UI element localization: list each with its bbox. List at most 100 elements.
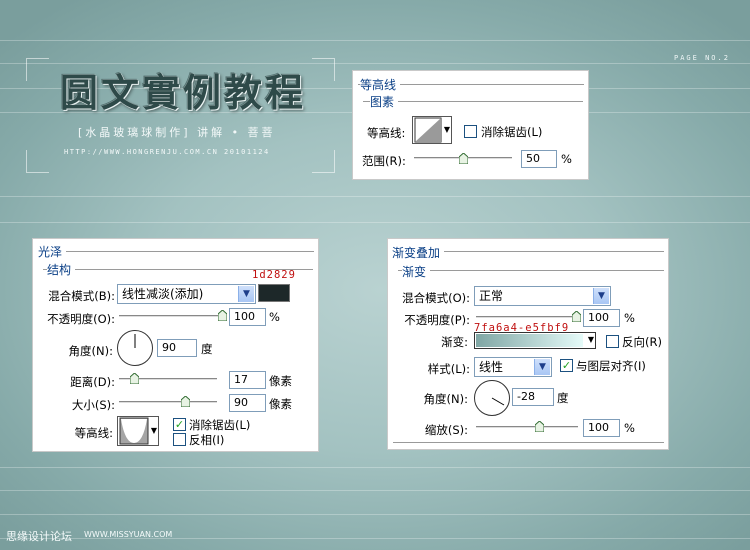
bg-line xyxy=(0,467,750,468)
scale-label: 缩放(S): xyxy=(424,423,468,437)
blend-mode-value: 线性减淡(添加) xyxy=(122,287,204,301)
opacity-slider[interactable] xyxy=(476,316,578,318)
bg-line xyxy=(0,40,750,41)
color-hex-note: 1d2829 xyxy=(252,269,296,281)
distance-label: 距离(D): xyxy=(70,375,115,389)
opacity-slider-thumb[interactable] xyxy=(218,310,227,321)
size-slider-thumb[interactable] xyxy=(181,396,190,407)
footer-site-name: 思缘设计论坛 xyxy=(6,530,72,543)
contour-label: 等高线: xyxy=(367,126,406,140)
gradient-label: 渐变: xyxy=(441,335,468,349)
contour-preview-icon xyxy=(119,417,149,445)
align-with-layer-checkbox[interactable]: ✓ xyxy=(560,359,573,372)
frame-corner xyxy=(26,150,49,173)
blend-mode-select[interactable]: 正常 ▼ xyxy=(474,286,611,306)
invert-label: 反相(I) xyxy=(189,433,225,447)
scale-input[interactable]: 100 xyxy=(583,419,620,437)
bg-line xyxy=(0,196,750,197)
contour-label: 等高线: xyxy=(74,426,113,440)
scale-slider-thumb[interactable] xyxy=(535,421,544,432)
panel-title: 光泽 xyxy=(38,243,67,260)
contour-preview-icon xyxy=(414,117,442,143)
style-select[interactable]: 线性 ▼ xyxy=(474,357,552,377)
scale-unit: % xyxy=(624,421,635,435)
page-label: PAGE NO.2 xyxy=(674,54,730,62)
blend-mode-value: 正常 xyxy=(479,289,504,303)
panel-bottom-divider xyxy=(393,442,664,443)
section-divider xyxy=(398,270,664,271)
reverse-label: 反向(R) xyxy=(622,335,662,349)
range-input[interactable]: 50 xyxy=(521,150,557,168)
chevron-down-icon: ▼ xyxy=(443,125,450,134)
blend-mode-label: 混合模式(O): xyxy=(402,291,470,305)
angle-label: 角度(N): xyxy=(68,344,113,358)
satin-panel: 光泽 结构 1d2829 混合模式(B): 线性减淡(添加) ▼ 不透明度(O)… xyxy=(32,238,319,452)
invert-checkbox[interactable] xyxy=(173,433,186,446)
footer-site-url: WWW.MISSYUAN.COM xyxy=(84,530,173,539)
section-title: 图素 xyxy=(370,93,399,110)
style-label: 样式(L): xyxy=(427,362,470,376)
chevron-down-icon: ▼ xyxy=(534,359,550,375)
opacity-label: 不透明度(P): xyxy=(404,313,470,327)
anti-alias-label: 消除锯齿(L) xyxy=(189,418,251,432)
color-swatch[interactable] xyxy=(258,284,290,302)
frame-corner xyxy=(26,58,49,81)
angle-input[interactable]: -28 xyxy=(512,388,554,406)
gradient-overlay-panel: 渐变叠加 渐变 混合模式(O): 正常 ▼ 不透明度(P): 100 % 7fa… xyxy=(387,238,669,450)
gradient-preview xyxy=(476,334,583,347)
contour-picker[interactable]: ▼ xyxy=(412,116,452,144)
panel-divider xyxy=(38,251,314,252)
size-slider[interactable] xyxy=(119,401,217,403)
opacity-unit: % xyxy=(624,311,635,325)
anti-alias-checkbox[interactable]: ✓ xyxy=(173,418,186,431)
bg-line xyxy=(0,222,750,223)
panel-title: 渐变叠加 xyxy=(392,244,445,261)
opacity-slider[interactable] xyxy=(119,315,223,317)
gradient-picker[interactable]: ▼ xyxy=(474,332,596,349)
blend-mode-label: 混合模式(B): xyxy=(48,289,115,303)
bg-line xyxy=(0,490,750,491)
angle-unit: 度 xyxy=(557,391,569,405)
opacity-slider-thumb[interactable] xyxy=(572,311,581,322)
blend-mode-select[interactable]: 线性减淡(添加) ▼ xyxy=(117,284,256,304)
frame-corner xyxy=(312,58,335,81)
chevron-down-icon: ▼ xyxy=(150,426,157,435)
contour-panel: 等高线 图素 等高线: ▼ 消除锯齿(L) 范围(R): 50 % xyxy=(352,70,589,180)
brand-subtitle: [水晶玻璃球制作] 讲解 • 菩菩 xyxy=(78,126,276,139)
align-with-layer-label: 与图层对齐(I) xyxy=(576,359,646,373)
opacity-unit: % xyxy=(269,310,280,324)
scale-slider[interactable] xyxy=(476,426,578,428)
anti-alias-checkbox[interactable] xyxy=(464,125,477,138)
frame-corner xyxy=(312,150,335,173)
panel-title: 等高线 xyxy=(360,76,401,93)
brand-title: 圆文實例教程 xyxy=(60,70,307,115)
angle-needle-icon xyxy=(491,397,505,406)
opacity-input[interactable]: 100 xyxy=(229,308,266,326)
bg-line xyxy=(0,514,750,515)
angle-input[interactable]: 90 xyxy=(157,339,197,357)
range-slider-thumb[interactable] xyxy=(459,153,468,164)
distance-slider-thumb[interactable] xyxy=(130,373,139,384)
distance-unit: 像素 xyxy=(269,374,292,388)
anti-alias-label: 消除锯齿(L) xyxy=(481,125,543,139)
angle-dial[interactable] xyxy=(117,330,153,366)
contour-picker[interactable]: ▼ xyxy=(117,416,159,446)
chevron-down-icon: ▼ xyxy=(587,335,594,344)
distance-input[interactable]: 17 xyxy=(229,371,266,389)
angle-unit: 度 xyxy=(201,342,213,356)
section-title: 结构 xyxy=(47,261,76,278)
angle-label: 角度(N): xyxy=(423,392,468,406)
angle-dial[interactable] xyxy=(474,380,510,416)
section-title: 渐变 xyxy=(402,263,431,280)
chevron-down-icon: ▼ xyxy=(593,288,609,304)
angle-needle-icon xyxy=(134,334,136,348)
opacity-input[interactable]: 100 xyxy=(583,309,620,327)
size-input[interactable]: 90 xyxy=(229,394,266,412)
size-unit: 像素 xyxy=(269,397,292,411)
range-label: 范围(R): xyxy=(362,154,406,168)
range-unit: % xyxy=(561,152,572,166)
size-label: 大小(S): xyxy=(71,398,115,412)
brand-url: HTTP://WWW.HONGRENJU.COM.CN 20101124 xyxy=(64,148,270,156)
reverse-checkbox[interactable] xyxy=(606,335,619,348)
opacity-label: 不透明度(O): xyxy=(47,312,115,326)
